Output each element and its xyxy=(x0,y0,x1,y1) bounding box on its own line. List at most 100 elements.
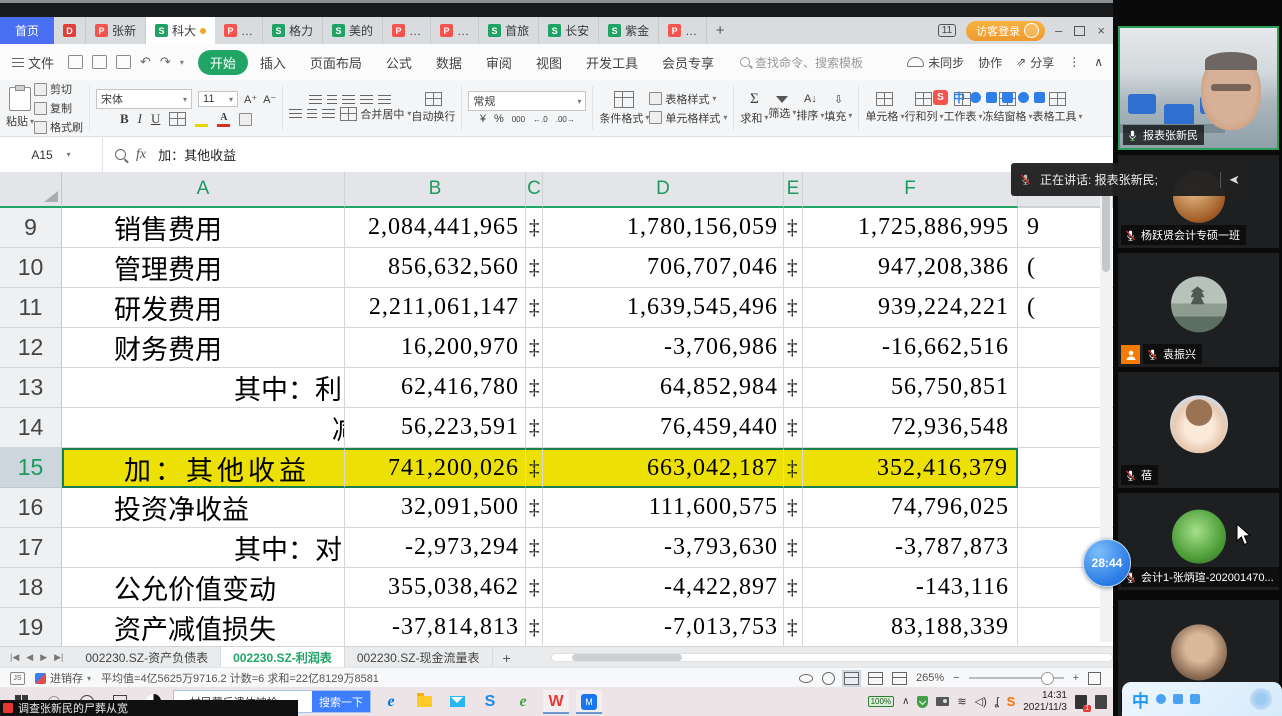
restore-button[interactable] xyxy=(1074,26,1085,36)
cell-g-partial[interactable]: 9 xyxy=(1018,208,1113,248)
notification-doc-icon[interactable]: 1 xyxy=(1075,695,1087,709)
minimize-button[interactable]: – xyxy=(1055,23,1062,38)
cell-c-clipped[interactable]: ‡ xyxy=(526,288,543,328)
save-icon[interactable] xyxy=(68,55,83,69)
cell-b[interactable]: 16,200,970 xyxy=(345,328,526,368)
column-header[interactable]: F xyxy=(803,172,1018,208)
column-header[interactable]: E xyxy=(784,172,803,208)
cell-a[interactable]: 财务费用 xyxy=(62,328,345,368)
new-tab-button[interactable]: + xyxy=(707,17,733,44)
cell-d[interactable]: -7,013,753 xyxy=(543,608,784,646)
cell-g-partial[interactable]: ( xyxy=(1018,288,1113,328)
page-break-view-icon[interactable] xyxy=(892,672,907,685)
document-tab[interactable]: P张新 xyxy=(86,17,146,44)
cell-g-partial[interactable] xyxy=(1018,488,1113,528)
worksheet-tab[interactable]: 002230.SZ-利润表 xyxy=(221,647,345,668)
italic-button[interactable]: I xyxy=(138,111,142,127)
currency-icon[interactable]: ¥ xyxy=(480,113,486,125)
cell-c-clipped[interactable]: ‡ xyxy=(526,488,543,528)
share-button[interactable]: ⇗ 分享 xyxy=(1016,54,1054,71)
borders-icon[interactable] xyxy=(169,112,186,126)
increase-decimal-icon[interactable]: ←.0 xyxy=(533,115,548,124)
column-header[interactable]: C xyxy=(526,172,543,208)
cell-d[interactable]: -4,422,897 xyxy=(543,568,784,608)
cell-b[interactable]: -2,973,294 xyxy=(345,528,526,568)
redo-icon[interactable]: ↷ xyxy=(160,54,171,70)
cut-button[interactable]: 剪切 xyxy=(34,81,72,97)
meeting-app-icon[interactable]: M xyxy=(576,690,602,714)
file-menu[interactable]: 文件 xyxy=(0,53,64,72)
grow-font-icon[interactable]: A⁺ xyxy=(244,93,257,106)
align-middle-icon[interactable] xyxy=(327,95,337,104)
document-tab[interactable]: P… xyxy=(383,17,431,44)
file-explorer-icon[interactable] xyxy=(411,690,437,714)
column-header[interactable]: B xyxy=(345,172,526,208)
cell-e-clipped[interactable]: ‡ xyxy=(784,488,803,528)
cell-a[interactable]: 减 xyxy=(62,408,345,448)
fx-icon[interactable]: fx xyxy=(136,147,146,163)
font-name-select[interactable]: 宋体▾ xyxy=(96,89,192,109)
cell-f[interactable]: 939,224,221 xyxy=(803,288,1018,328)
cell-style-button[interactable]: 单元格样式▾ xyxy=(649,110,727,126)
conditional-format-button[interactable]: 条件格式▾ xyxy=(599,91,649,126)
zoom-in-icon[interactable]: + xyxy=(1073,672,1079,684)
align-top-icon[interactable] xyxy=(309,95,322,104)
cell-f[interactable]: 1,725,886,995 xyxy=(803,208,1018,248)
align-left-icon[interactable] xyxy=(289,109,302,118)
cell-b[interactable]: 2,211,061,147 xyxy=(345,288,526,328)
edge-browser-icon[interactable]: e xyxy=(378,690,404,714)
cell-a[interactable]: 投资净收益 xyxy=(62,488,345,528)
select-all-corner[interactable] xyxy=(0,172,62,208)
menu-tab-4[interactable]: 数据 xyxy=(424,50,474,75)
indent-increase-icon[interactable] xyxy=(378,95,391,104)
underline-button[interactable]: U xyxy=(151,111,160,127)
bold-button[interactable]: B xyxy=(120,111,129,127)
document-tab[interactable]: S美的 xyxy=(323,17,383,44)
cell-a[interactable]: 管理费用 xyxy=(62,248,345,288)
reply-arrow-icon[interactable]: ➤ xyxy=(1229,172,1240,188)
document-tab[interactable]: S长安 xyxy=(539,17,599,44)
cells-button[interactable]: 单元格▾ xyxy=(865,92,904,124)
next-sheet-icon[interactable]: ▶ xyxy=(40,652,47,663)
sort-button[interactable]: A↓排序▾ xyxy=(796,93,824,123)
zoom-out-icon[interactable]: − xyxy=(953,672,959,684)
cell-b[interactable]: 32,091,500 xyxy=(345,488,526,528)
cell-a[interactable]: 销售费用 xyxy=(62,208,345,248)
more-menu-icon[interactable]: ⋮ xyxy=(1068,55,1080,69)
cell-b[interactable]: 856,632,560 xyxy=(345,248,526,288)
wrap-text-button[interactable]: 自动换行 xyxy=(411,92,455,124)
cell-c-clipped[interactable]: ‡ xyxy=(526,528,543,568)
cell-f[interactable]: -3,787,873 xyxy=(803,528,1018,568)
cell-a[interactable]: 公允价值变动 xyxy=(62,568,345,608)
row-number[interactable]: 10 xyxy=(0,248,62,288)
row-number[interactable]: 12 xyxy=(0,328,62,368)
mail-app-icon[interactable] xyxy=(444,690,470,714)
cell-e-clipped[interactable]: ‡ xyxy=(784,328,803,368)
percent-icon[interactable]: % xyxy=(494,113,504,125)
guest-login-button[interactable]: 访客登录 xyxy=(966,21,1045,41)
document-tab[interactable]: P… xyxy=(215,17,263,44)
font-size-select[interactable]: 11▾ xyxy=(198,91,238,107)
row-number[interactable]: 15 xyxy=(0,448,62,488)
cell-e-clipped[interactable]: ‡ xyxy=(784,608,803,646)
sogou-ime-tray-icon[interactable]: S xyxy=(1007,694,1016,709)
highlight-color-icon[interactable] xyxy=(195,112,208,127)
cell-b[interactable]: 355,038,462 xyxy=(345,568,526,608)
column-header[interactable]: A xyxy=(62,172,345,208)
number-format-select[interactable]: 常规▾ xyxy=(468,91,586,111)
formula-input[interactable]: 加：其他收益 xyxy=(158,145,236,164)
cell-e-clipped[interactable]: ‡ xyxy=(784,528,803,568)
cell-a[interactable]: 资产减值损失 xyxy=(62,608,345,646)
cell-f[interactable]: -16,662,516 xyxy=(803,328,1018,368)
customize-toolbar-icon[interactable]: ▾ xyxy=(180,58,184,67)
cell-g-partial[interactable] xyxy=(1018,608,1113,646)
inventory-mode-button[interactable]: 进销存▾ xyxy=(35,670,91,686)
js-macro-icon[interactable]: JS xyxy=(10,672,25,685)
row-number[interactable]: 11 xyxy=(0,288,62,328)
hidden-icons-chevron[interactable]: ∧ xyxy=(902,696,909,707)
decrease-decimal-icon[interactable]: .00→ xyxy=(556,115,575,124)
cell-c-clipped[interactable]: ‡ xyxy=(526,328,543,368)
zoom-lens-icon[interactable] xyxy=(115,149,126,160)
cell-d[interactable]: 1,639,545,496 xyxy=(543,288,784,328)
hook-tool-icon[interactable]: ʆ xyxy=(995,696,999,708)
